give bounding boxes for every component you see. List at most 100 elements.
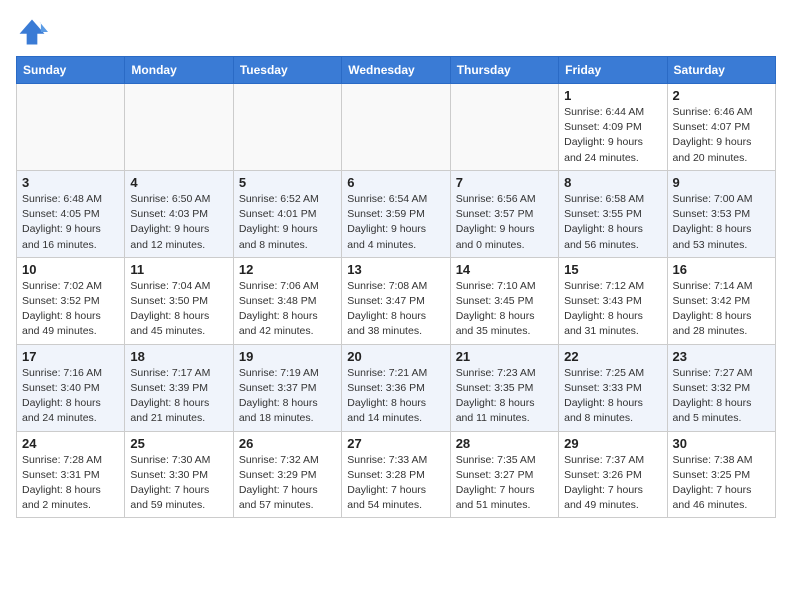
calendar-cell xyxy=(233,84,341,171)
day-info: Sunrise: 6:56 AMSunset: 3:57 PMDaylight:… xyxy=(456,192,553,253)
day-info: Sunrise: 6:58 AMSunset: 3:55 PMDaylight:… xyxy=(564,192,661,253)
day-info: Sunrise: 7:30 AMSunset: 3:30 PMDaylight:… xyxy=(130,453,227,514)
day-number: 27 xyxy=(347,436,444,451)
calendar-cell: 13 Sunrise: 7:08 AMSunset: 3:47 PMDayligh… xyxy=(342,257,450,344)
day-number: 13 xyxy=(347,262,444,277)
day-number: 16 xyxy=(673,262,770,277)
day-number: 15 xyxy=(564,262,661,277)
col-header-saturday: Saturday xyxy=(667,57,775,84)
day-number: 21 xyxy=(456,349,553,364)
week-row-1: 1 Sunrise: 6:44 AMSunset: 4:09 PMDaylight… xyxy=(17,84,776,171)
calendar-cell: 24 Sunrise: 7:28 AMSunset: 3:31 PMDayligh… xyxy=(17,431,125,518)
col-header-monday: Monday xyxy=(125,57,233,84)
calendar-cell xyxy=(17,84,125,171)
calendar-cell: 8 Sunrise: 6:58 AMSunset: 3:55 PMDaylight… xyxy=(559,170,667,257)
calendar-cell: 7 Sunrise: 6:56 AMSunset: 3:57 PMDaylight… xyxy=(450,170,558,257)
calendar-cell: 1 Sunrise: 6:44 AMSunset: 4:09 PMDaylight… xyxy=(559,84,667,171)
day-number: 20 xyxy=(347,349,444,364)
calendar-cell: 23 Sunrise: 7:27 AMSunset: 3:32 PMDayligh… xyxy=(667,344,775,431)
day-info: Sunrise: 6:44 AMSunset: 4:09 PMDaylight:… xyxy=(564,105,661,166)
day-info: Sunrise: 7:32 AMSunset: 3:29 PMDaylight:… xyxy=(239,453,336,514)
calendar-cell: 5 Sunrise: 6:52 AMSunset: 4:01 PMDaylight… xyxy=(233,170,341,257)
calendar-cell: 27 Sunrise: 7:33 AMSunset: 3:28 PMDayligh… xyxy=(342,431,450,518)
day-number: 19 xyxy=(239,349,336,364)
day-info: Sunrise: 7:19 AMSunset: 3:37 PMDaylight:… xyxy=(239,366,336,427)
calendar-cell: 20 Sunrise: 7:21 AMSunset: 3:36 PMDayligh… xyxy=(342,344,450,431)
day-info: Sunrise: 7:23 AMSunset: 3:35 PMDaylight:… xyxy=(456,366,553,427)
day-info: Sunrise: 7:27 AMSunset: 3:32 PMDaylight:… xyxy=(673,366,770,427)
logo-icon xyxy=(16,16,48,48)
day-number: 22 xyxy=(564,349,661,364)
week-row-3: 10 Sunrise: 7:02 AMSunset: 3:52 PMDayligh… xyxy=(17,257,776,344)
calendar-cell: 4 Sunrise: 6:50 AMSunset: 4:03 PMDaylight… xyxy=(125,170,233,257)
col-header-sunday: Sunday xyxy=(17,57,125,84)
calendar-cell: 10 Sunrise: 7:02 AMSunset: 3:52 PMDayligh… xyxy=(17,257,125,344)
day-number: 18 xyxy=(130,349,227,364)
day-number: 26 xyxy=(239,436,336,451)
calendar-cell: 29Sunrise: 7:37 AMSunset: 3:26 PMDayligh… xyxy=(559,431,667,518)
calendar-cell: 12 Sunrise: 7:06 AMSunset: 3:48 PMDayligh… xyxy=(233,257,341,344)
calendar-cell xyxy=(125,84,233,171)
day-info: Sunrise: 7:00 AMSunset: 3:53 PMDaylight:… xyxy=(673,192,770,253)
week-row-5: 24 Sunrise: 7:28 AMSunset: 3:31 PMDayligh… xyxy=(17,431,776,518)
header xyxy=(16,16,776,48)
calendar-cell xyxy=(450,84,558,171)
day-number: 8 xyxy=(564,175,661,190)
day-number: 5 xyxy=(239,175,336,190)
day-info: Sunrise: 7:04 AMSunset: 3:50 PMDaylight:… xyxy=(130,279,227,340)
calendar-cell: 2 Sunrise: 6:46 AMSunset: 4:07 PMDaylight… xyxy=(667,84,775,171)
calendar-cell: 22 Sunrise: 7:25 AMSunset: 3:33 PMDayligh… xyxy=(559,344,667,431)
day-info: Sunrise: 7:06 AMSunset: 3:48 PMDaylight:… xyxy=(239,279,336,340)
day-info: Sunrise: 7:02 AMSunset: 3:52 PMDaylight:… xyxy=(22,279,119,340)
day-number: 7 xyxy=(456,175,553,190)
calendar-cell: 28Sunrise: 7:35 AMSunset: 3:27 PMDayligh… xyxy=(450,431,558,518)
col-header-tuesday: Tuesday xyxy=(233,57,341,84)
day-info: Sunrise: 7:08 AMSunset: 3:47 PMDaylight:… xyxy=(347,279,444,340)
day-number: 1 xyxy=(564,88,661,103)
calendar-cell: 17Sunrise: 7:16 AMSunset: 3:40 PMDayligh… xyxy=(17,344,125,431)
day-number: 9 xyxy=(673,175,770,190)
col-header-wednesday: Wednesday xyxy=(342,57,450,84)
day-number: 25 xyxy=(130,436,227,451)
day-number: 4 xyxy=(130,175,227,190)
day-info: Sunrise: 6:50 AMSunset: 4:03 PMDaylight:… xyxy=(130,192,227,253)
week-row-2: 3 Sunrise: 6:48 AMSunset: 4:05 PMDaylight… xyxy=(17,170,776,257)
day-info: Sunrise: 7:10 AMSunset: 3:45 PMDaylight:… xyxy=(456,279,553,340)
day-info: Sunrise: 7:33 AMSunset: 3:28 PMDaylight:… xyxy=(347,453,444,514)
calendar-cell: 21 Sunrise: 7:23 AMSunset: 3:35 PMDayligh… xyxy=(450,344,558,431)
day-number: 6 xyxy=(347,175,444,190)
day-info: Sunrise: 6:46 AMSunset: 4:07 PMDaylight:… xyxy=(673,105,770,166)
day-info: Sunrise: 7:12 AMSunset: 3:43 PMDaylight:… xyxy=(564,279,661,340)
calendar-cell: 3 Sunrise: 6:48 AMSunset: 4:05 PMDaylight… xyxy=(17,170,125,257)
day-number: 30 xyxy=(673,436,770,451)
calendar-table: SundayMondayTuesdayWednesdayThursdayFrid… xyxy=(16,56,776,518)
calendar-cell: 11Sunrise: 7:04 AMSunset: 3:50 PMDayligh… xyxy=(125,257,233,344)
calendar-cell: 14Sunrise: 7:10 AMSunset: 3:45 PMDayligh… xyxy=(450,257,558,344)
calendar-cell: 19 Sunrise: 7:19 AMSunset: 3:37 PMDayligh… xyxy=(233,344,341,431)
day-number: 23 xyxy=(673,349,770,364)
day-info: Sunrise: 7:25 AMSunset: 3:33 PMDaylight:… xyxy=(564,366,661,427)
calendar-cell: 26 Sunrise: 7:32 AMSunset: 3:29 PMDayligh… xyxy=(233,431,341,518)
day-info: Sunrise: 6:48 AMSunset: 4:05 PMDaylight:… xyxy=(22,192,119,253)
calendar-header-row: SundayMondayTuesdayWednesdayThursdayFrid… xyxy=(17,57,776,84)
day-info: Sunrise: 7:35 AMSunset: 3:27 PMDaylight:… xyxy=(456,453,553,514)
calendar-cell: 16Sunrise: 7:14 AMSunset: 3:42 PMDayligh… xyxy=(667,257,775,344)
day-info: Sunrise: 6:52 AMSunset: 4:01 PMDaylight:… xyxy=(239,192,336,253)
calendar-cell: 6 Sunrise: 6:54 AMSunset: 3:59 PMDaylight… xyxy=(342,170,450,257)
calendar-cell xyxy=(342,84,450,171)
calendar-cell: 15 Sunrise: 7:12 AMSunset: 3:43 PMDayligh… xyxy=(559,257,667,344)
day-number: 10 xyxy=(22,262,119,277)
day-number: 2 xyxy=(673,88,770,103)
col-header-friday: Friday xyxy=(559,57,667,84)
day-info: Sunrise: 7:16 AMSunset: 3:40 PMDaylight:… xyxy=(22,366,119,427)
day-info: Sunrise: 7:38 AMSunset: 3:25 PMDaylight:… xyxy=(673,453,770,514)
day-number: 12 xyxy=(239,262,336,277)
day-number: 24 xyxy=(22,436,119,451)
day-info: Sunrise: 7:21 AMSunset: 3:36 PMDaylight:… xyxy=(347,366,444,427)
calendar-cell: 30 Sunrise: 7:38 AMSunset: 3:25 PMDayligh… xyxy=(667,431,775,518)
day-info: Sunrise: 7:28 AMSunset: 3:31 PMDaylight:… xyxy=(22,453,119,514)
day-info: Sunrise: 6:54 AMSunset: 3:59 PMDaylight:… xyxy=(347,192,444,253)
week-row-4: 17Sunrise: 7:16 AMSunset: 3:40 PMDayligh… xyxy=(17,344,776,431)
day-number: 3 xyxy=(22,175,119,190)
day-info: Sunrise: 7:17 AMSunset: 3:39 PMDaylight:… xyxy=(130,366,227,427)
